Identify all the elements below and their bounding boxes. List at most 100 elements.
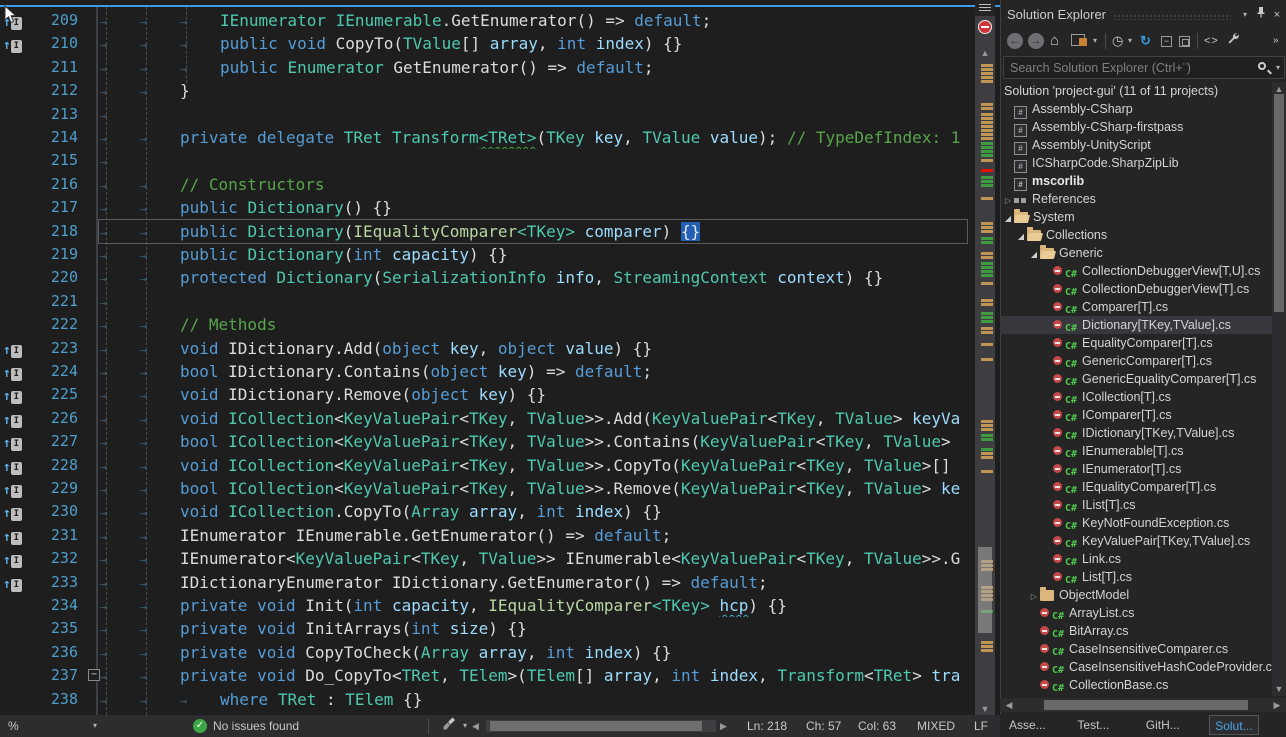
tree-vertical-scrollbar[interactable]: ▲ ▼ [1272,82,1286,696]
preview-selected-items-icon[interactable] [1179,36,1190,47]
code-line[interactable]: → [100,103,972,126]
filter-caret-icon[interactable]: ▾ [1128,31,1132,51]
tree-item[interactable]: C#Dictionary[TKey,TValue].cs [1000,316,1272,334]
pending-changes-filter-icon[interactable]: ◷ [1112,31,1123,51]
implements-interface-glyph[interactable]: ↑I [3,454,31,477]
tree-item[interactable]: Solution 'project-gui' (11 of 11 project… [1000,82,1272,100]
code-line[interactable]: →→private void Init(int capacity, IEqual… [100,594,972,617]
implements-interface-glyph[interactable]: ↑I [3,524,31,547]
home-icon[interactable]: ⌂ [1050,31,1059,51]
hscroll-right-arrow-icon[interactable]: ▶ [720,715,727,737]
implements-interface-glyph[interactable]: ↑I [3,407,31,430]
implements-interface-glyph[interactable]: ↑I [3,571,31,594]
code-line[interactable]: →→private void CopyToCheck(Array array, … [100,641,972,664]
code-line[interactable]: →→void IDictionary.Add(object key, objec… [100,337,972,360]
implements-interface-glyph[interactable]: ↑I [3,360,31,383]
search-icon[interactable] [1258,62,1266,70]
implements-interface-glyph[interactable]: ↑I [3,383,31,406]
tree-item[interactable]: C#EqualityComparer[T].cs [1000,334,1272,352]
implements-interface-glyph[interactable]: ↑I [3,32,31,55]
editor-horizontal-scrollbar[interactable] [486,720,716,732]
tree-scroll-down-icon[interactable]: ▼ [1272,682,1286,696]
code-line[interactable]: →→void ICollection.CopyTo(Array array, i… [100,500,972,523]
forward-icon[interactable]: → [1028,33,1044,49]
implements-interface-glyph[interactable]: ↑I [3,430,31,453]
implements-interface-glyph[interactable]: ↑I [3,477,31,500]
tree-item[interactable]: C#CaseInsensitiveHashCodeProvider.cs [1000,658,1272,676]
tree-item[interactable]: #mscorlib [1000,172,1272,190]
tree-scrollbar-thumb[interactable] [1274,94,1284,312]
code-line[interactable]: → [100,290,972,313]
code-line[interactable]: →→IDictionaryEnumerator IDictionary.GetE… [100,571,972,594]
code-line[interactable]: → [100,149,972,172]
close-icon[interactable]: × [1269,6,1285,24]
tree-item[interactable]: C#IDictionary[TKey,TValue].cs [1000,424,1272,442]
tree-item[interactable]: C#IComparer[T].cs [1000,406,1272,424]
panel-tab-solut[interactable]: Solut... [1209,715,1258,735]
broom-icon[interactable] [442,716,458,737]
search-box[interactable]: Search Solution Explorer (Ctrl+¨) ▾ [1003,56,1285,79]
tree-item[interactable]: C#CollectionBase.cs [1000,676,1272,694]
tree-item[interactable]: C#IEqualityComparer[T].cs [1000,478,1272,496]
wrench-properties-icon[interactable] [1226,31,1240,51]
line-indicator[interactable]: Ln: 218 [747,715,787,737]
switch-views-icon[interactable] [1071,34,1085,46]
tree-item[interactable]: C#IList[T].cs [1000,496,1272,514]
code-line[interactable]: →→protected Dictionary(SerializationInfo… [100,266,972,289]
tree-item[interactable]: ◢System [1000,208,1272,226]
panel-tab-gith[interactable]: GitH... [1141,715,1185,735]
code-line[interactable]: →→public Dictionary() {} [100,196,972,219]
tree-item[interactable]: ◢Collections [1000,226,1272,244]
code-line[interactable]: →→IEnumerator<KeyValuePair<TKey, TValue>… [100,547,972,570]
toolbar-overflow-icon[interactable]: » [1273,31,1279,51]
code-line[interactable]: →→private void Do_CopyTo<TRet, TElem>(TE… [100,664,972,687]
zoom-caret-icon[interactable]: ▾ [93,715,97,737]
search-caret-icon[interactable]: ▾ [1276,63,1280,72]
eol-indicator[interactable]: LF [974,715,988,737]
editor-hscrollbar-thumb[interactable] [490,721,702,731]
indent-mode-indicator[interactable]: MIXED [917,715,955,737]
implements-interface-glyph[interactable]: ↑I [3,547,31,570]
implements-interface-glyph[interactable]: ↑I [3,337,31,360]
scroll-up-arrow-icon[interactable]: ▲ [975,47,995,59]
code-line[interactable]: →→IEnumerator IEnumerable.GetEnumerator(… [100,524,972,547]
tree-item[interactable]: C#IEnumerator[T].cs [1000,460,1272,478]
code-line[interactable]: →→void IDictionary.Remove(object key) {} [100,383,972,406]
panel-tab-asse[interactable]: Asse... [1004,715,1051,735]
tree-item[interactable]: C#KeyValuePair[TKey,TValue].cs [1000,532,1272,550]
hscroll-left-arrow-icon[interactable]: ◀ [472,715,479,737]
view-code-icon[interactable]: <> [1204,31,1219,51]
tree-item[interactable]: C#ICollection[T].cs [1000,388,1272,406]
tree-item[interactable]: ▷References [1000,190,1272,208]
tree-item[interactable]: C#GenericComparer[T].cs [1000,352,1272,370]
pin-icon[interactable] [1253,6,1269,24]
editor-scrollbar-thumb[interactable] [978,547,992,633]
code-line[interactable]: →→public Dictionary(int capacity) {} [100,243,972,266]
implements-interface-glyph[interactable]: ↑I [3,500,31,523]
editor-splitter-grip[interactable] [975,0,995,16]
document-health-error-icon[interactable] [978,20,992,34]
code-line[interactable]: →→public Dictionary(IEqualityComparer<TK… [100,220,972,243]
code-line[interactable]: →→→IEnumerator IEnumerable.GetEnumerator… [100,9,972,32]
tree-item[interactable]: C#Link.cs [1000,550,1272,568]
code-line[interactable]: →→// Constructors [100,173,972,196]
tree-item[interactable]: #ICSharpCode.SharpZipLib [1000,154,1272,172]
zoom-percent-control[interactable]: % [8,715,19,737]
tree-item[interactable]: #Assembly-CSharp-firstpass [1000,118,1272,136]
column-indicator[interactable]: Col: 63 [858,715,896,737]
code-line[interactable]: →→→public void CopyTo(TValue[] array, in… [100,32,972,55]
broom-caret-icon[interactable]: ▾ [463,715,467,737]
tree-item[interactable]: C#CaseInsensitiveComparer.cs [1000,640,1272,658]
code-line[interactable]: →→// Methods [100,313,972,336]
tree-horizontal-scrollbar[interactable]: ◀ ▶ [1000,698,1286,712]
code-surface[interactable]: → →→IEnumerator IEnumerable.GetEnumerator… [0,7,1000,715]
tree-item[interactable]: ▷ObjectModel [1000,586,1272,604]
code-line[interactable]: →→private void InitArrays(int size) {} [100,617,972,640]
tree-item[interactable]: C#Comparer[T].cs [1000,298,1272,316]
code-line[interactable]: →→void ICollection<KeyValuePair<TKey, TV… [100,407,972,430]
issues-status-text[interactable]: No issues found [213,715,299,737]
panel-tab-test[interactable]: Test... [1072,715,1114,735]
tree-item[interactable]: C#List[T].cs [1000,568,1272,586]
solution-explorer-titlebar[interactable]: Solution Explorer ▾ × [1001,4,1286,28]
tree-item[interactable]: C#KeyNotFoundException.cs [1000,514,1272,532]
